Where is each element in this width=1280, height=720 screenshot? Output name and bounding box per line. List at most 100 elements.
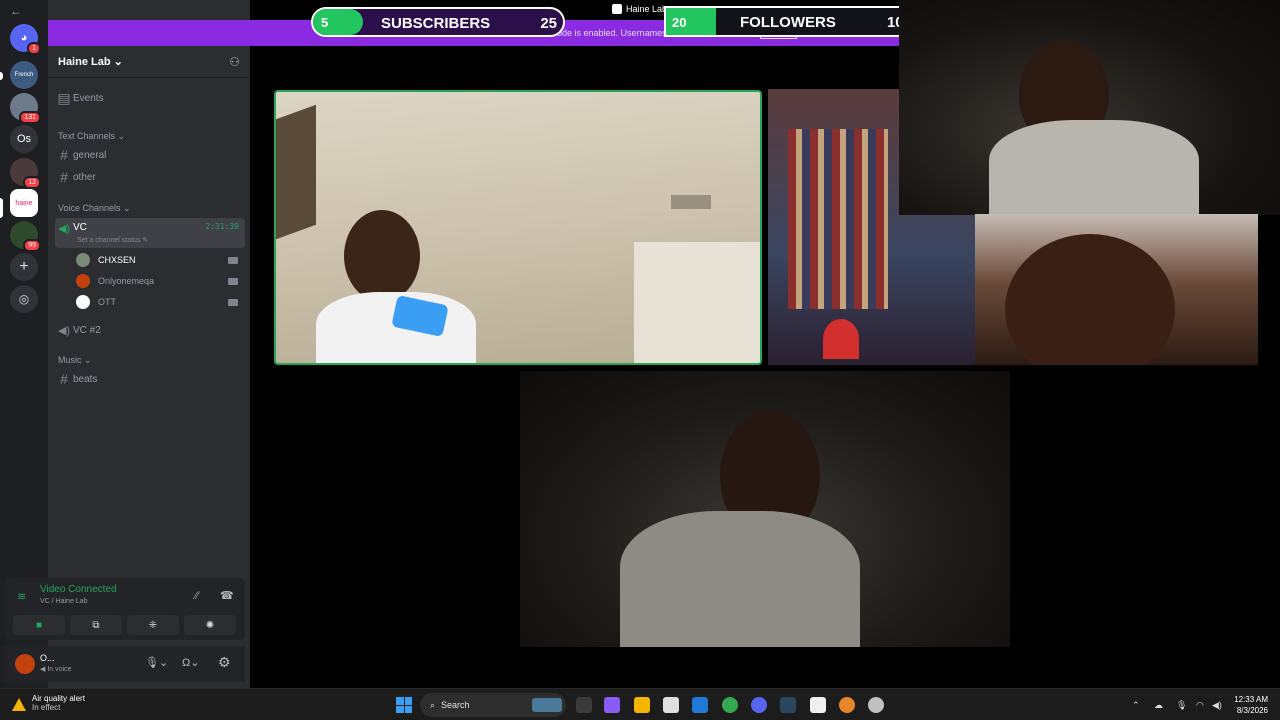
file-explorer-icon[interactable] bbox=[634, 697, 650, 713]
server-icon-os[interactable]: Os bbox=[10, 125, 38, 153]
server-icon-label: French bbox=[14, 72, 34, 78]
copilot-icon[interactable] bbox=[604, 697, 620, 713]
tab-title: Haine Lab bbox=[626, 4, 668, 14]
shelf bbox=[276, 104, 316, 240]
microphone-icon[interactable]: 🎙︎ bbox=[1176, 700, 1187, 710]
steam-icon[interactable] bbox=[780, 697, 796, 713]
avatar bbox=[76, 274, 90, 288]
weather-title: Air quality alert bbox=[32, 694, 85, 703]
camera-icon bbox=[228, 277, 238, 285]
username: O... bbox=[40, 653, 55, 663]
channel-label: other bbox=[73, 171, 96, 183]
clock-date: 8/3/2026 bbox=[1236, 706, 1268, 715]
events-item[interactable]: ▤ Events bbox=[55, 88, 245, 108]
speaker-icon: ◀) bbox=[57, 324, 71, 337]
hash-icon: # bbox=[60, 147, 68, 163]
outlook-icon[interactable] bbox=[692, 697, 708, 713]
channel-status-hint[interactable]: Set a channel status ✎ bbox=[77, 236, 148, 244]
voice-timer: 2:31:39 bbox=[205, 222, 239, 231]
video-tile-speaking[interactable] bbox=[274, 90, 762, 365]
search-highlight-icon bbox=[532, 698, 562, 712]
chevron-up-icon[interactable]: ⌃ bbox=[1132, 700, 1142, 710]
document-icon[interactable] bbox=[810, 697, 826, 713]
weather-widget[interactable]: Air quality alert In effect bbox=[12, 694, 85, 712]
fl-studio-icon[interactable] bbox=[839, 697, 855, 713]
video-tile-bottom[interactable] bbox=[520, 371, 1010, 647]
settings-gear-icon[interactable]: ⚙ bbox=[218, 654, 231, 671]
voice-channel-label: VC bbox=[73, 222, 87, 233]
add-member-icon[interactable]: ⚇ bbox=[229, 55, 240, 69]
warning-icon bbox=[12, 698, 26, 711]
discord-icon[interactable] bbox=[751, 697, 767, 713]
person-head bbox=[1005, 234, 1175, 365]
search-icon: ⌕ bbox=[430, 699, 436, 710]
onedrive-icon[interactable]: ☁ bbox=[1154, 700, 1164, 710]
voice-channels-category[interactable]: Voice Channels ⌄ bbox=[58, 203, 131, 214]
back-arrow-icon[interactable]: ← bbox=[10, 4, 22, 18]
notification-badge: 1 bbox=[27, 42, 41, 55]
clock-time: 12:33 AM bbox=[1234, 695, 1268, 704]
activities-button[interactable]: ⁜ bbox=[127, 615, 179, 635]
voice-user-name: Onlyonemeqa bbox=[98, 276, 155, 286]
voice-user-ott[interactable]: OTT bbox=[76, 292, 244, 312]
screen-share-button[interactable]: ⧉ bbox=[70, 615, 122, 635]
server-header[interactable]: Haine Lab ⌄ ⚇ bbox=[48, 46, 250, 78]
video-tile-top-right[interactable] bbox=[899, 0, 1280, 215]
calendar-icon: ▤ bbox=[57, 89, 71, 106]
window-tab[interactable]: Haine Lab bbox=[612, 4, 667, 14]
soundboard-button[interactable]: ✺ bbox=[184, 615, 236, 635]
windows-start-icon[interactable] bbox=[396, 697, 412, 713]
hash-icon: # bbox=[60, 371, 68, 387]
server-icon-4[interactable]: 12 bbox=[10, 158, 41, 189]
channel-general[interactable]: # general bbox=[55, 145, 245, 165]
voice-status: Video Connected bbox=[40, 584, 117, 595]
search-box[interactable]: ⌕ Search bbox=[420, 693, 566, 717]
volume-icon[interactable]: ◀) bbox=[1212, 700, 1222, 710]
server-icon-2[interactable]: 131 bbox=[10, 93, 41, 124]
clock[interactable]: 12:33 AM 8/3/2026 bbox=[1234, 694, 1268, 716]
server-initials: Os bbox=[16, 133, 32, 145]
disconnect-icon[interactable]: ☎ bbox=[220, 589, 234, 602]
text-channels-category[interactable]: Text Channels ⌄ bbox=[58, 131, 125, 142]
signal-icon[interactable]: ≋ bbox=[17, 590, 26, 603]
server-icon-haine[interactable]: haine bbox=[10, 189, 38, 217]
hanging-clothes bbox=[788, 129, 888, 309]
discover-icon[interactable]: ◎ bbox=[10, 285, 38, 313]
avatar[interactable] bbox=[15, 654, 35, 674]
wifi-icon[interactable]: ◠ bbox=[1196, 700, 1206, 710]
music-category[interactable]: Music ⌄ bbox=[58, 355, 92, 366]
voice-channel-vc2[interactable]: ◀) VC #2 bbox=[55, 320, 245, 340]
subscribers-goal: 25 bbox=[540, 15, 557, 32]
server-icon-french[interactable]: French bbox=[10, 61, 38, 89]
settings-icon[interactable] bbox=[868, 697, 884, 713]
server-icon-label: haine bbox=[15, 199, 33, 207]
weather-subtitle: In effect bbox=[32, 703, 61, 712]
voice-user-name: OTT bbox=[98, 297, 116, 307]
microphone-icon[interactable]: 🎙︎⌄ bbox=[145, 656, 168, 669]
voice-location[interactable]: VC / Haine Lab bbox=[40, 598, 87, 605]
camera-icon bbox=[228, 256, 238, 264]
video-tile-face[interactable] bbox=[975, 214, 1258, 365]
add-server-icon[interactable]: + bbox=[10, 253, 38, 281]
headphones-icon[interactable]: Ω⌄ bbox=[182, 656, 199, 669]
store-icon[interactable] bbox=[663, 697, 679, 713]
discord-home-icon[interactable]: ◕ 1 bbox=[10, 24, 41, 55]
voice-user-onlyonemeqa[interactable]: Onlyonemeqa bbox=[76, 271, 244, 291]
avatar bbox=[76, 253, 90, 267]
person-shirt bbox=[620, 511, 860, 647]
noise-suppression-icon[interactable]: ⁄⁄ bbox=[195, 590, 199, 602]
voice-user-chxsen[interactable]: CHXSEN bbox=[76, 250, 244, 270]
server-icon-6[interactable]: 99 bbox=[10, 221, 41, 252]
followers-title: FOLLOWERS bbox=[740, 14, 836, 31]
hash-icon: # bbox=[60, 169, 68, 185]
channel-other[interactable]: # other bbox=[55, 167, 245, 187]
task-view-icon[interactable] bbox=[576, 697, 592, 713]
subscribers-current: 5 bbox=[321, 15, 329, 30]
channel-beats[interactable]: # beats bbox=[55, 369, 245, 389]
voice-user-name: CHXSEN bbox=[98, 255, 136, 265]
speaker-icon: ◀) bbox=[57, 223, 71, 235]
server-name: Haine Lab ⌄ bbox=[58, 56, 123, 68]
search-label: Search bbox=[441, 700, 470, 710]
camera-button[interactable]: ■ bbox=[13, 615, 65, 635]
chrome-icon[interactable] bbox=[722, 697, 738, 713]
